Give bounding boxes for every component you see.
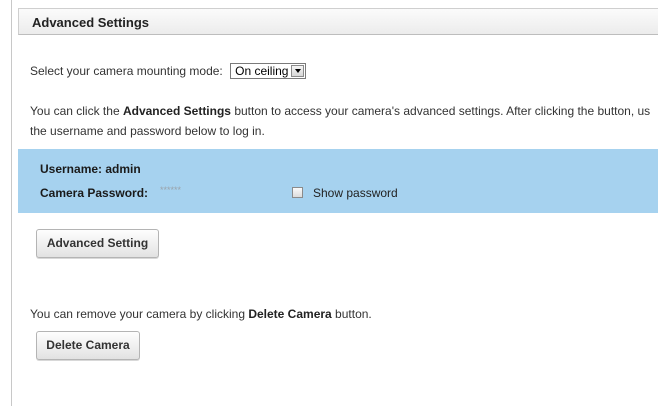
remove-bold: Delete Camera	[248, 307, 332, 321]
delete-camera-button[interactable]: Delete Camera	[36, 331, 140, 360]
instructions-line-1: You can click the Advanced Settings butt…	[30, 101, 650, 121]
left-border	[11, 0, 12, 406]
remove-text-2: button.	[331, 307, 372, 321]
password-label: Camera Password:	[40, 186, 149, 200]
show-password-checkbox[interactable]	[292, 187, 303, 198]
instructions-bold: Advanced Settings	[122, 104, 231, 118]
remove-text-1: You can remove your camera by clicking	[30, 307, 249, 321]
username-row: Username: admin	[40, 162, 141, 176]
password-mask: ******	[160, 185, 182, 195]
panel-title: Advanced Settings	[32, 15, 150, 30]
username-value: admin	[105, 162, 141, 176]
mounting-mode-select[interactable]: On ceiling	[230, 63, 307, 79]
mounting-row: Select your camera mounting mode: On cei…	[30, 63, 307, 80]
instructions-line-2: the username and password below to log i…	[30, 121, 265, 141]
mounting-label: Select your camera mounting mode:	[30, 64, 223, 79]
panel-header: Advanced Settings	[18, 8, 658, 35]
instructions-text-3: the username and password below to log i…	[30, 124, 265, 138]
advanced-setting-button[interactable]: Advanced Setting	[36, 229, 159, 258]
instructions-text-1: You can click the	[30, 104, 123, 118]
remove-camera-text: You can remove your camera by clicking D…	[30, 307, 372, 321]
username-label: Username:	[40, 162, 103, 176]
advanced-settings-panel: Advanced Settings Select your camera mou…	[18, 8, 658, 406]
credentials-box: Username: admin Camera Password: ****** …	[18, 149, 658, 213]
instructions-text-2: button to access your camera's advanced …	[230, 104, 651, 118]
chevron-down-icon[interactable]	[291, 65, 305, 77]
show-password-label[interactable]: Show password	[313, 186, 398, 200]
mounting-mode-value: On ceiling	[235, 64, 289, 78]
